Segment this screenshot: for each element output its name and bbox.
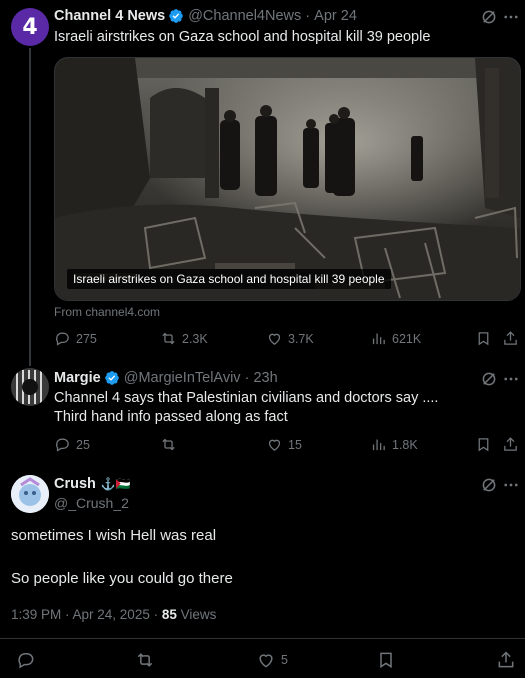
like-icon [259,654,273,668]
repost-button[interactable]: 2.3K [160,330,208,347]
avatar[interactable] [11,475,49,513]
avatar-image [11,475,49,513]
bookmark-button[interactable] [376,650,401,670]
like-count: 3.7K [288,331,314,346]
author-handle[interactable]: @_Crush_2 [54,495,129,511]
views-icon [372,333,385,345]
grok-icon[interactable] [480,8,498,26]
divider [0,638,525,639]
views-count: 1.8K [392,437,418,452]
more-icon[interactable] [502,476,520,494]
post-text-line: Third hand info passed along as fact [54,409,288,425]
more-icon[interactable] [502,8,520,26]
author-name[interactable]: Channel 4 News [54,8,165,24]
author-handle[interactable]: @MargieInTelAviv [124,370,241,386]
post-timestamp[interactable]: 1:39 PM · Apr 24, 2025 · [11,607,162,622]
media-caption: Israeli airstrikes on Gaza school and ho… [67,269,391,289]
bookmark-icon [380,652,392,669]
reply-icon [56,332,69,346]
avatar[interactable]: 4 [11,8,49,46]
post-metadata: 1:39 PM · Apr 24, 2025 · 85 Views [11,607,216,622]
reply-icon [56,438,69,452]
avatar-image [11,368,49,406]
channel4-logo-icon: 4 [22,14,38,40]
thread-line [29,48,31,366]
bookmark-button[interactable] [475,330,497,347]
repost-icon [137,653,153,667]
like-count: 5 [281,653,288,667]
bookmark-icon [478,438,489,452]
post-date[interactable]: Apr 24 [314,8,357,24]
post-date[interactable]: 23h [253,370,277,386]
author-name[interactable]: Crush [54,476,96,492]
avatar[interactable] [11,368,49,406]
link-source[interactable]: From channel4.com [54,305,160,319]
post-text-line: sometimes I wish Hell was real [11,527,217,544]
verified-icon [169,9,184,23]
share-button[interactable] [502,436,524,453]
like-button[interactable]: 3.7K [266,330,314,347]
author-handle[interactable]: @Channel4News [188,8,301,24]
post-channel4[interactable]: 4 Channel 4 News @Channel4News · Apr 24 … [0,0,525,366]
bookmark-icon [478,332,489,346]
grok-icon[interactable] [480,476,498,494]
like-button[interactable]: 5 [256,650,288,670]
separator: · [301,8,315,24]
like-icon [268,439,281,451]
post-text-line: Channel 4 says that Palestinian civilian… [54,390,439,406]
views-icon [372,439,385,451]
reply-count: 25 [76,437,90,452]
like-count: 15 [288,437,302,452]
repost-button[interactable] [135,650,160,670]
views-button[interactable]: 1.8K [370,436,418,453]
share-button[interactable] [496,650,521,670]
grok-icon[interactable] [480,370,498,388]
post-header: Margie @MargieInTelAviv · 23h [54,370,278,386]
post-header: Channel 4 News @Channel4News · Apr 24 [54,8,357,24]
share-icon [504,437,517,451]
repost-icon [162,438,175,451]
reply-count: 275 [76,331,97,346]
reply-button[interactable]: 25 [54,436,90,453]
more-icon[interactable] [502,370,520,388]
news-photo [55,58,520,300]
separator: · [240,370,254,386]
link-card-image[interactable]: Israeli airstrikes on Gaza school and ho… [54,57,521,301]
post-text: Channel 4 says that Palestinian civilian… [54,389,438,427]
author-name[interactable]: Margie [54,370,101,386]
post-text-line: So people like you could go there [11,570,233,587]
views-count: 621K [392,331,422,346]
reply-button[interactable] [16,650,41,670]
repost-button[interactable] [160,436,182,453]
post-header: Crush ⚓🇵🇸 [54,476,131,492]
share-icon [498,651,514,668]
reply-icon [18,653,34,669]
views-label: Views [176,607,217,622]
reply-button[interactable]: 275 [54,330,97,347]
share-icon [504,331,517,345]
repost-count: 2.3K [182,331,208,346]
views-button[interactable]: 621K [370,330,421,347]
like-icon [268,333,281,345]
views-number: 85 [161,607,177,622]
verified-icon [104,371,119,385]
post-text: Israeli airstrikes on Gaza school and ho… [54,29,431,45]
post-crush[interactable]: Crush ⚓🇵🇸 @_Crush_2 sometimes I wish Hel… [0,464,525,678]
like-button[interactable]: 15 [266,436,302,453]
bookmark-button[interactable] [475,436,497,453]
post-margie[interactable]: Margie @MargieInTelAviv · 23h Channel 4 … [0,360,525,464]
name-emoji: ⚓🇵🇸 [100,477,131,491]
repost-icon [162,332,175,345]
share-button[interactable] [502,330,524,347]
